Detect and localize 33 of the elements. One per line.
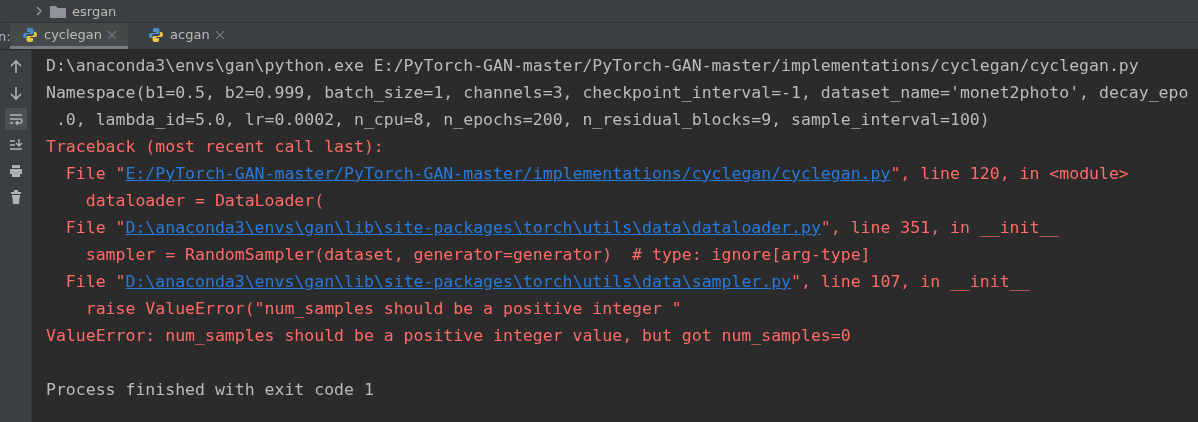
toolbar-button[interactable] (4, 108, 27, 130)
run-tab[interactable]: cyclegan (10, 23, 129, 49)
file-link[interactable]: D:\anaconda3\envs\gan\lib\site-packages\torch\utils\data\sampler.py (125, 272, 792, 291)
console-text: raise ValueError("num_samples should be a positive integer " (84, 299, 682, 318)
console-text: File " (64, 164, 126, 183)
folder-icon (50, 4, 66, 18)
run-tab[interactable]: acgan (136, 23, 236, 49)
console-text: ", line 107, in __init__ (791, 272, 1030, 291)
console-text: File " (64, 218, 126, 237)
console-text: .0, lambda_id=5.0, lr=0.0002, n_cpu=8, n_epochs=200, n_residual_blocks=9, sample_interval=100) (54, 110, 990, 129)
close-icon[interactable] (108, 30, 117, 39)
python-icon (22, 26, 38, 43)
console-text: ValueError: num_samples should be a positive integer value, but got num_samples=0 (46, 326, 851, 345)
console-text: File " (64, 272, 126, 291)
console-text: dataloader = DataLoader( (84, 191, 325, 210)
file-link[interactable]: D:\anaconda3\envs\gan\lib\site-packages\torch\utils\data\dataloader.py (125, 218, 821, 237)
console-text: Namespace(b1=0.5, b2=0.999, batch_size=1, channels=3, checkpoint_interval=-1, dataset_name='monet2photo', decay_epo (46, 83, 1189, 102)
console-text: D:\anaconda3\envs\gan\python.exe E:/PyTorch-GAN-master/PyTorch-GAN-master/implementations/cyclegan/cyclegan.py (46, 56, 1139, 75)
console-text: Traceback (most recent call last): (46, 137, 384, 156)
python-icon (148, 26, 165, 43)
down-arrow-icon (7, 85, 24, 101)
printer-icon (7, 163, 24, 179)
console-text: ", line 120, in <module> (890, 164, 1129, 183)
exit-message: Process finished with exit code 1 (46, 379, 374, 401)
tree-item-label[interactable]: esrgan (72, 3, 117, 19)
console-text: ", line 351, in __init__ (820, 218, 1060, 237)
panel-label: n: (0, 28, 10, 44)
chevron-icon[interactable] (34, 6, 44, 16)
soft-wrap-icon (7, 111, 24, 127)
console-text: sampler = RandomSampler(dataset, generator=generator) # type: ignore[arg-type] (84, 245, 871, 264)
scroll-to-end-icon (7, 137, 24, 153)
file-link[interactable]: E:/PyTorch-GAN-master/PyTorch-GAN-master/implementations/cyclegan/cyclegan.py (125, 164, 891, 183)
close-icon[interactable] (215, 30, 224, 39)
